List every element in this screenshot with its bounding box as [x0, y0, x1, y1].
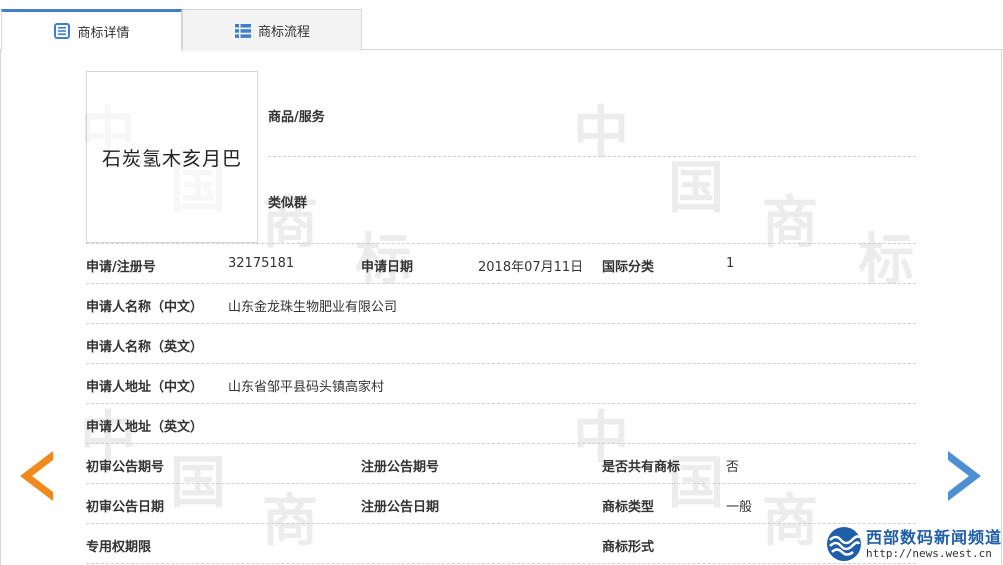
apply-date-value: 2018年07月11日 [478, 260, 584, 275]
shared-trademark-value: 否 [726, 460, 740, 475]
divider [86, 243, 916, 244]
similar-group-label: 类似群 [268, 196, 308, 211]
prelim-date-label: 初审公告日期 [86, 500, 165, 515]
applicant-cn-value: 山东金龙珠生物肥业有限公司 [228, 300, 398, 315]
trademark-image-text: 石炭氢木亥月巴 [101, 147, 242, 170]
address-en-label: 申请人地址（英文） [86, 420, 204, 435]
previous-arrow-icon[interactable] [20, 451, 53, 501]
divider [86, 523, 916, 524]
address-cn-value: 山东省邹平县码头镇高家村 [228, 380, 385, 395]
divider [268, 156, 916, 157]
prelim-no-label: 初审公告期号 [86, 460, 165, 475]
applicant-en-label: 申请人名称（英文） [86, 340, 204, 355]
divider [86, 563, 916, 564]
exclusive-period-label: 专用权期限 [86, 540, 152, 555]
intl-class-value: 1 [726, 256, 735, 271]
trademark-image: 石炭氢木亥月巴 [86, 71, 258, 243]
address-cn-label: 申请人地址（中文） [86, 380, 204, 395]
reg-pub-date-label: 注册公告日期 [361, 500, 440, 515]
divider [86, 323, 916, 324]
divider [86, 403, 916, 404]
tab-label: 商标流程 [257, 25, 310, 40]
trademark-type-label: 商标类型 [602, 500, 655, 515]
divider [86, 443, 916, 444]
list-document-icon [54, 23, 71, 39]
brand-watermark: 西部数码新闻频道 http://news.west.cn [826, 526, 1002, 562]
trademark-type-value: 一般 [726, 500, 753, 515]
brand-name: 西部数码新闻频道 [866, 527, 1003, 547]
intl-class-label: 国际分类 [602, 260, 655, 275]
reg-no-label: 申请/注册号 [86, 260, 156, 275]
trademark-form-label: 商标形式 [602, 540, 655, 555]
goods-services-label: 商品/服务 [268, 110, 325, 125]
wave-logo-icon [827, 527, 861, 561]
divider [86, 283, 916, 284]
apply-date-label: 申请日期 [361, 260, 414, 275]
tab-trademark-process[interactable]: 商标流程 [182, 9, 362, 51]
tab-label: 商标详情 [77, 25, 130, 41]
shared-trademark-label: 是否共有商标 [602, 460, 681, 475]
tab-trademark-details[interactable]: 商标详情 [1, 9, 182, 51]
next-arrow-icon[interactable] [948, 451, 981, 501]
reg-no-value: 32175181 [228, 256, 295, 271]
brand-url: http://news.west.cn [866, 546, 992, 560]
divider [86, 483, 916, 484]
tab-bar: 商标详情 商标流程 [0, 0, 1003, 51]
divider [86, 363, 916, 364]
reg-pub-no-label: 注册公告期号 [361, 460, 440, 475]
applicant-cn-label: 申请人名称（中文） [86, 300, 204, 315]
list-icon [234, 23, 251, 38]
